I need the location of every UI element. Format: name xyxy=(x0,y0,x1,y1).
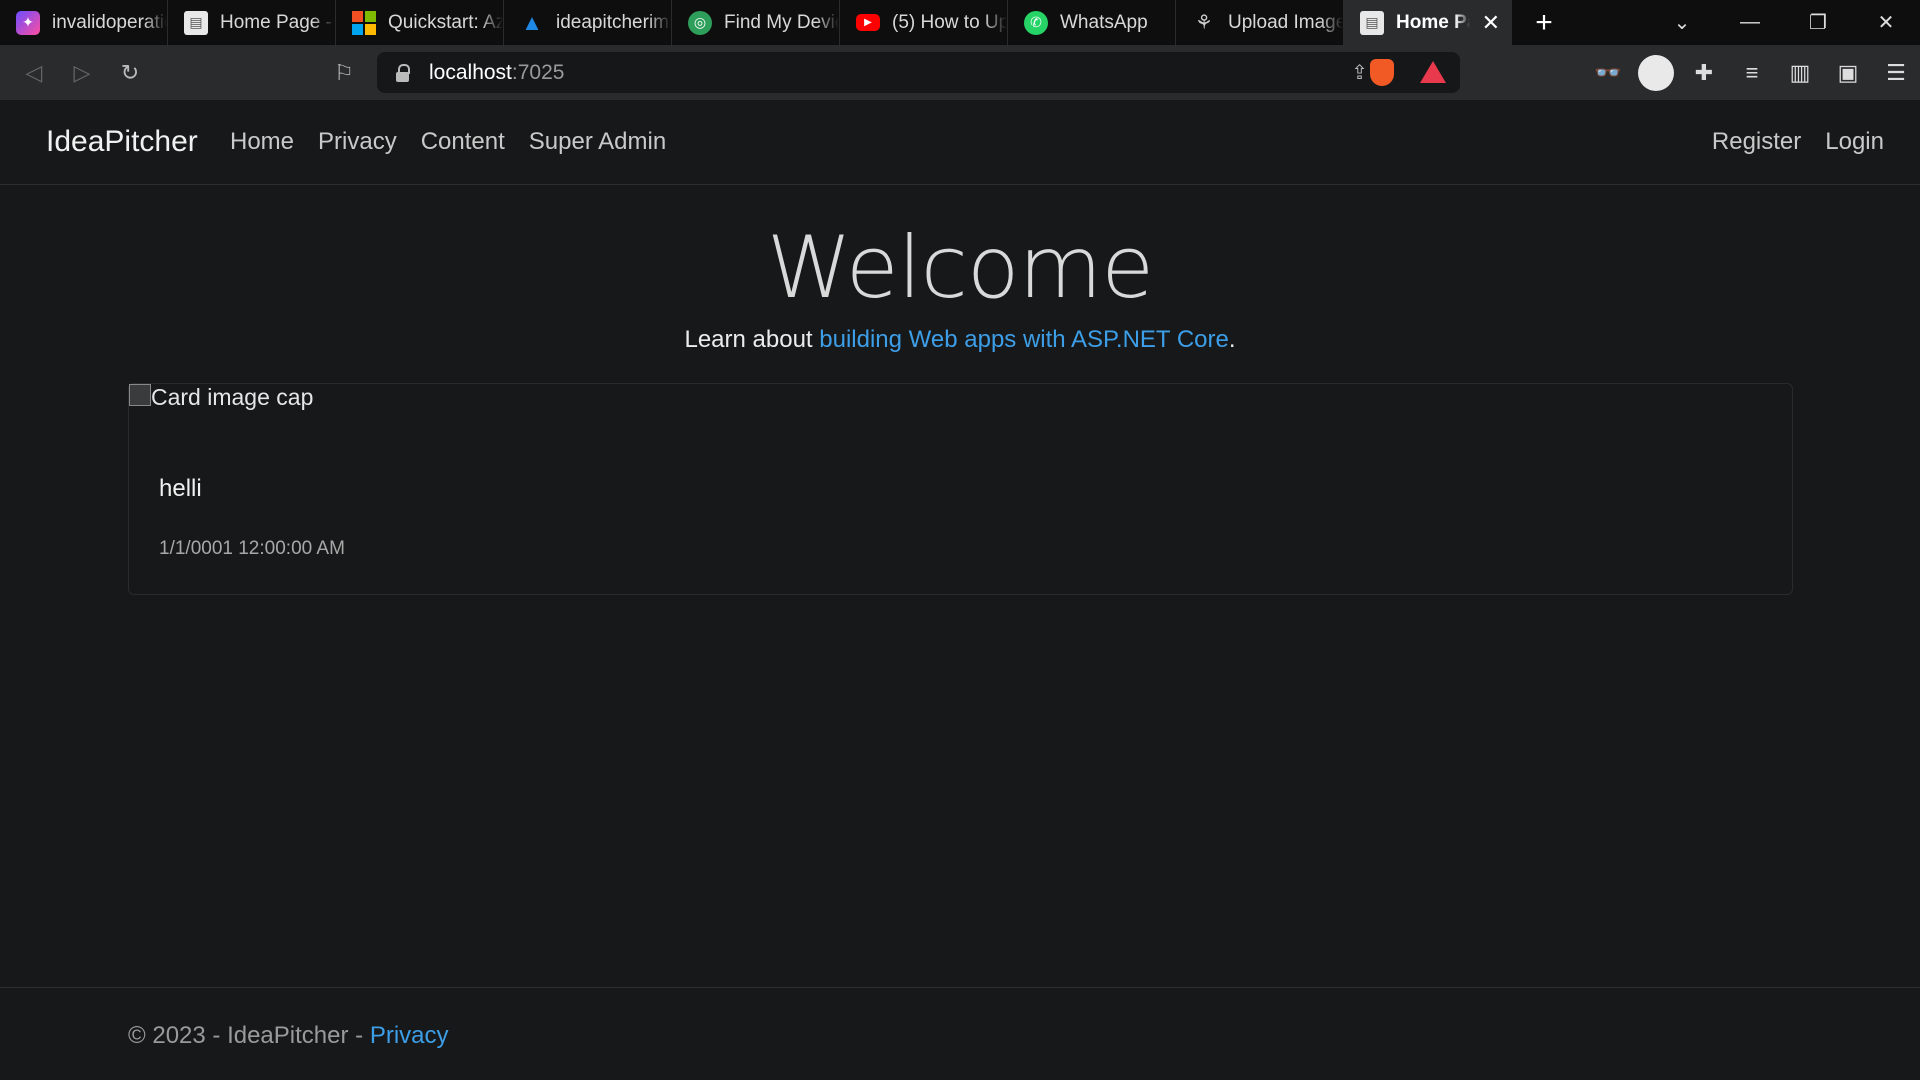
close-window-icon[interactable]: ✕ xyxy=(1852,0,1920,45)
nav-home[interactable]: Home xyxy=(230,128,294,156)
tab-quickstart-azure[interactable]: Quickstart: Azu xyxy=(336,0,504,45)
new-tab-button[interactable]: + xyxy=(1512,0,1576,45)
extension-glasses-icon[interactable]: 👓 xyxy=(1584,60,1632,86)
whatsapp-icon: ✆ xyxy=(1024,10,1048,35)
footer-privacy-link[interactable]: Privacy xyxy=(370,1022,449,1049)
nav-privacy[interactable]: Privacy xyxy=(318,128,397,156)
page-subtitle: Learn about building Web apps with ASP.N… xyxy=(0,326,1920,354)
nav-links: Home Privacy Content Super Admin xyxy=(230,128,690,156)
tab-label: Find My Devic xyxy=(724,11,839,33)
url-host: localhost xyxy=(429,60,512,84)
tab-youtube[interactable]: ▶ (5) How to Upl xyxy=(840,0,1008,45)
web-page: IdeaPitcher Home Privacy Content Super A… xyxy=(0,100,1920,1080)
back-icon[interactable]: ◁ xyxy=(10,53,58,93)
nav-auth-links: Register Login xyxy=(1712,128,1884,156)
azure-icon: ▲ xyxy=(521,9,543,35)
tab-label: Quickstart: Azu xyxy=(388,11,503,33)
tab-home-page-1[interactable]: ▤ Home Page - I xyxy=(168,0,336,45)
nav-register[interactable]: Register xyxy=(1712,128,1801,156)
tab-upload-image[interactable]: ⚘ Upload Image xyxy=(1176,0,1344,45)
close-tab-icon[interactable]: ✕ xyxy=(1482,10,1512,36)
tab-invalidoperation[interactable]: ✦ invalidoperatic xyxy=(0,0,168,45)
upload-icon: ⚘ xyxy=(1195,12,1213,34)
brave-rewards-icon[interactable] xyxy=(1420,61,1446,83)
subtitle-suffix: . xyxy=(1228,326,1236,353)
bookmark-icon[interactable]: ⚐ xyxy=(320,53,368,93)
document-icon: ▤ xyxy=(1360,10,1384,35)
site-footer: © 2023 - IdeaPitcher - Privacy xyxy=(0,987,1920,1080)
nav-login[interactable]: Login xyxy=(1825,128,1884,156)
footer-text: © 2023 - IdeaPitcher - Privacy xyxy=(128,1022,449,1050)
broken-image-icon xyxy=(129,384,151,406)
find-device-icon: ◎ xyxy=(688,10,712,35)
content-card: Card image cap helli 1/1/0001 12:00:00 A… xyxy=(128,383,1793,595)
card-image-alt: Card image cap xyxy=(151,384,314,410)
lock-icon xyxy=(395,63,411,82)
document-icon: ▤ xyxy=(184,10,208,35)
forward-icon[interactable]: ▷ xyxy=(58,53,106,93)
sidebar-icon[interactable]: ▥ xyxy=(1776,60,1824,86)
youtube-icon: ▶ xyxy=(856,14,880,31)
menu-icon[interactable]: ☰ xyxy=(1872,60,1920,86)
playlist-icon[interactable]: ≡ xyxy=(1728,60,1776,86)
tab-label: invalidoperatic xyxy=(52,11,167,33)
address-bar[interactable]: localhost:7025 ⇪ xyxy=(377,52,1460,93)
share-icon[interactable]: ⇪ xyxy=(1351,60,1368,85)
tab-find-my-device[interactable]: ◎ Find My Devic xyxy=(672,0,840,45)
tab-label: WhatsApp xyxy=(1060,11,1148,33)
nav-super-admin[interactable]: Super Admin xyxy=(529,128,666,156)
brave-shields-icon[interactable] xyxy=(1370,59,1394,86)
microsoft-icon xyxy=(352,10,376,35)
site-navbar: IdeaPitcher Home Privacy Content Super A… xyxy=(0,100,1920,185)
tab-home-page-active[interactable]: ▤ Home Pag ✕ xyxy=(1344,0,1512,45)
toolbar-right-icons: 👓 ✚ ≡ ▥ ▣ ☰ xyxy=(1584,45,1920,100)
minimize-icon[interactable]: — xyxy=(1716,0,1784,45)
nav-content[interactable]: Content xyxy=(421,128,505,156)
reload-icon[interactable]: ↻ xyxy=(106,53,154,93)
browser-toolbar: ◁ ▷ ↻ ⚐ localhost:7025 ⇪ 👓 ✚ ≡ ▥ ▣ ☰ xyxy=(0,45,1920,100)
wallet-icon[interactable]: ▣ xyxy=(1824,60,1872,86)
tab-ideapitcherima[interactable]: ▲ ideapitcherima xyxy=(504,0,672,45)
aspnet-docs-link[interactable]: building Web apps with ASP.NET Core xyxy=(819,326,1229,353)
extensions-puzzle-icon[interactable]: ✚ xyxy=(1680,60,1728,86)
tab-label: (5) How to Upl xyxy=(892,11,1007,33)
card-title: helli xyxy=(159,475,202,502)
app-icon: ✦ xyxy=(16,10,40,35)
card-date: 1/1/0001 12:00:00 AM xyxy=(159,538,345,559)
card-image: Card image cap xyxy=(129,384,313,411)
tab-label: Home Pag xyxy=(1396,11,1470,33)
subtitle-prefix: Learn about xyxy=(684,326,820,353)
site-brand[interactable]: IdeaPitcher xyxy=(46,125,198,159)
browser-tab-strip: ✦ invalidoperatic ▤ Home Page - I Quicks… xyxy=(0,0,1920,45)
url-port: :7025 xyxy=(511,60,565,84)
page-title: Welcome xyxy=(766,218,1154,318)
tab-label: ideapitcherima xyxy=(556,11,671,33)
restore-icon[interactable]: ❐ xyxy=(1784,0,1852,45)
copyright: © 2023 - IdeaPitcher - xyxy=(128,1022,370,1049)
tab-label: Home Page - I xyxy=(220,11,335,33)
tab-label: Upload Image xyxy=(1228,11,1343,33)
tab-whatsapp[interactable]: ✆ WhatsApp xyxy=(1008,0,1176,45)
tab-search-chevron-icon[interactable]: ⌄ xyxy=(1648,0,1716,45)
profile-avatar[interactable] xyxy=(1638,54,1674,91)
